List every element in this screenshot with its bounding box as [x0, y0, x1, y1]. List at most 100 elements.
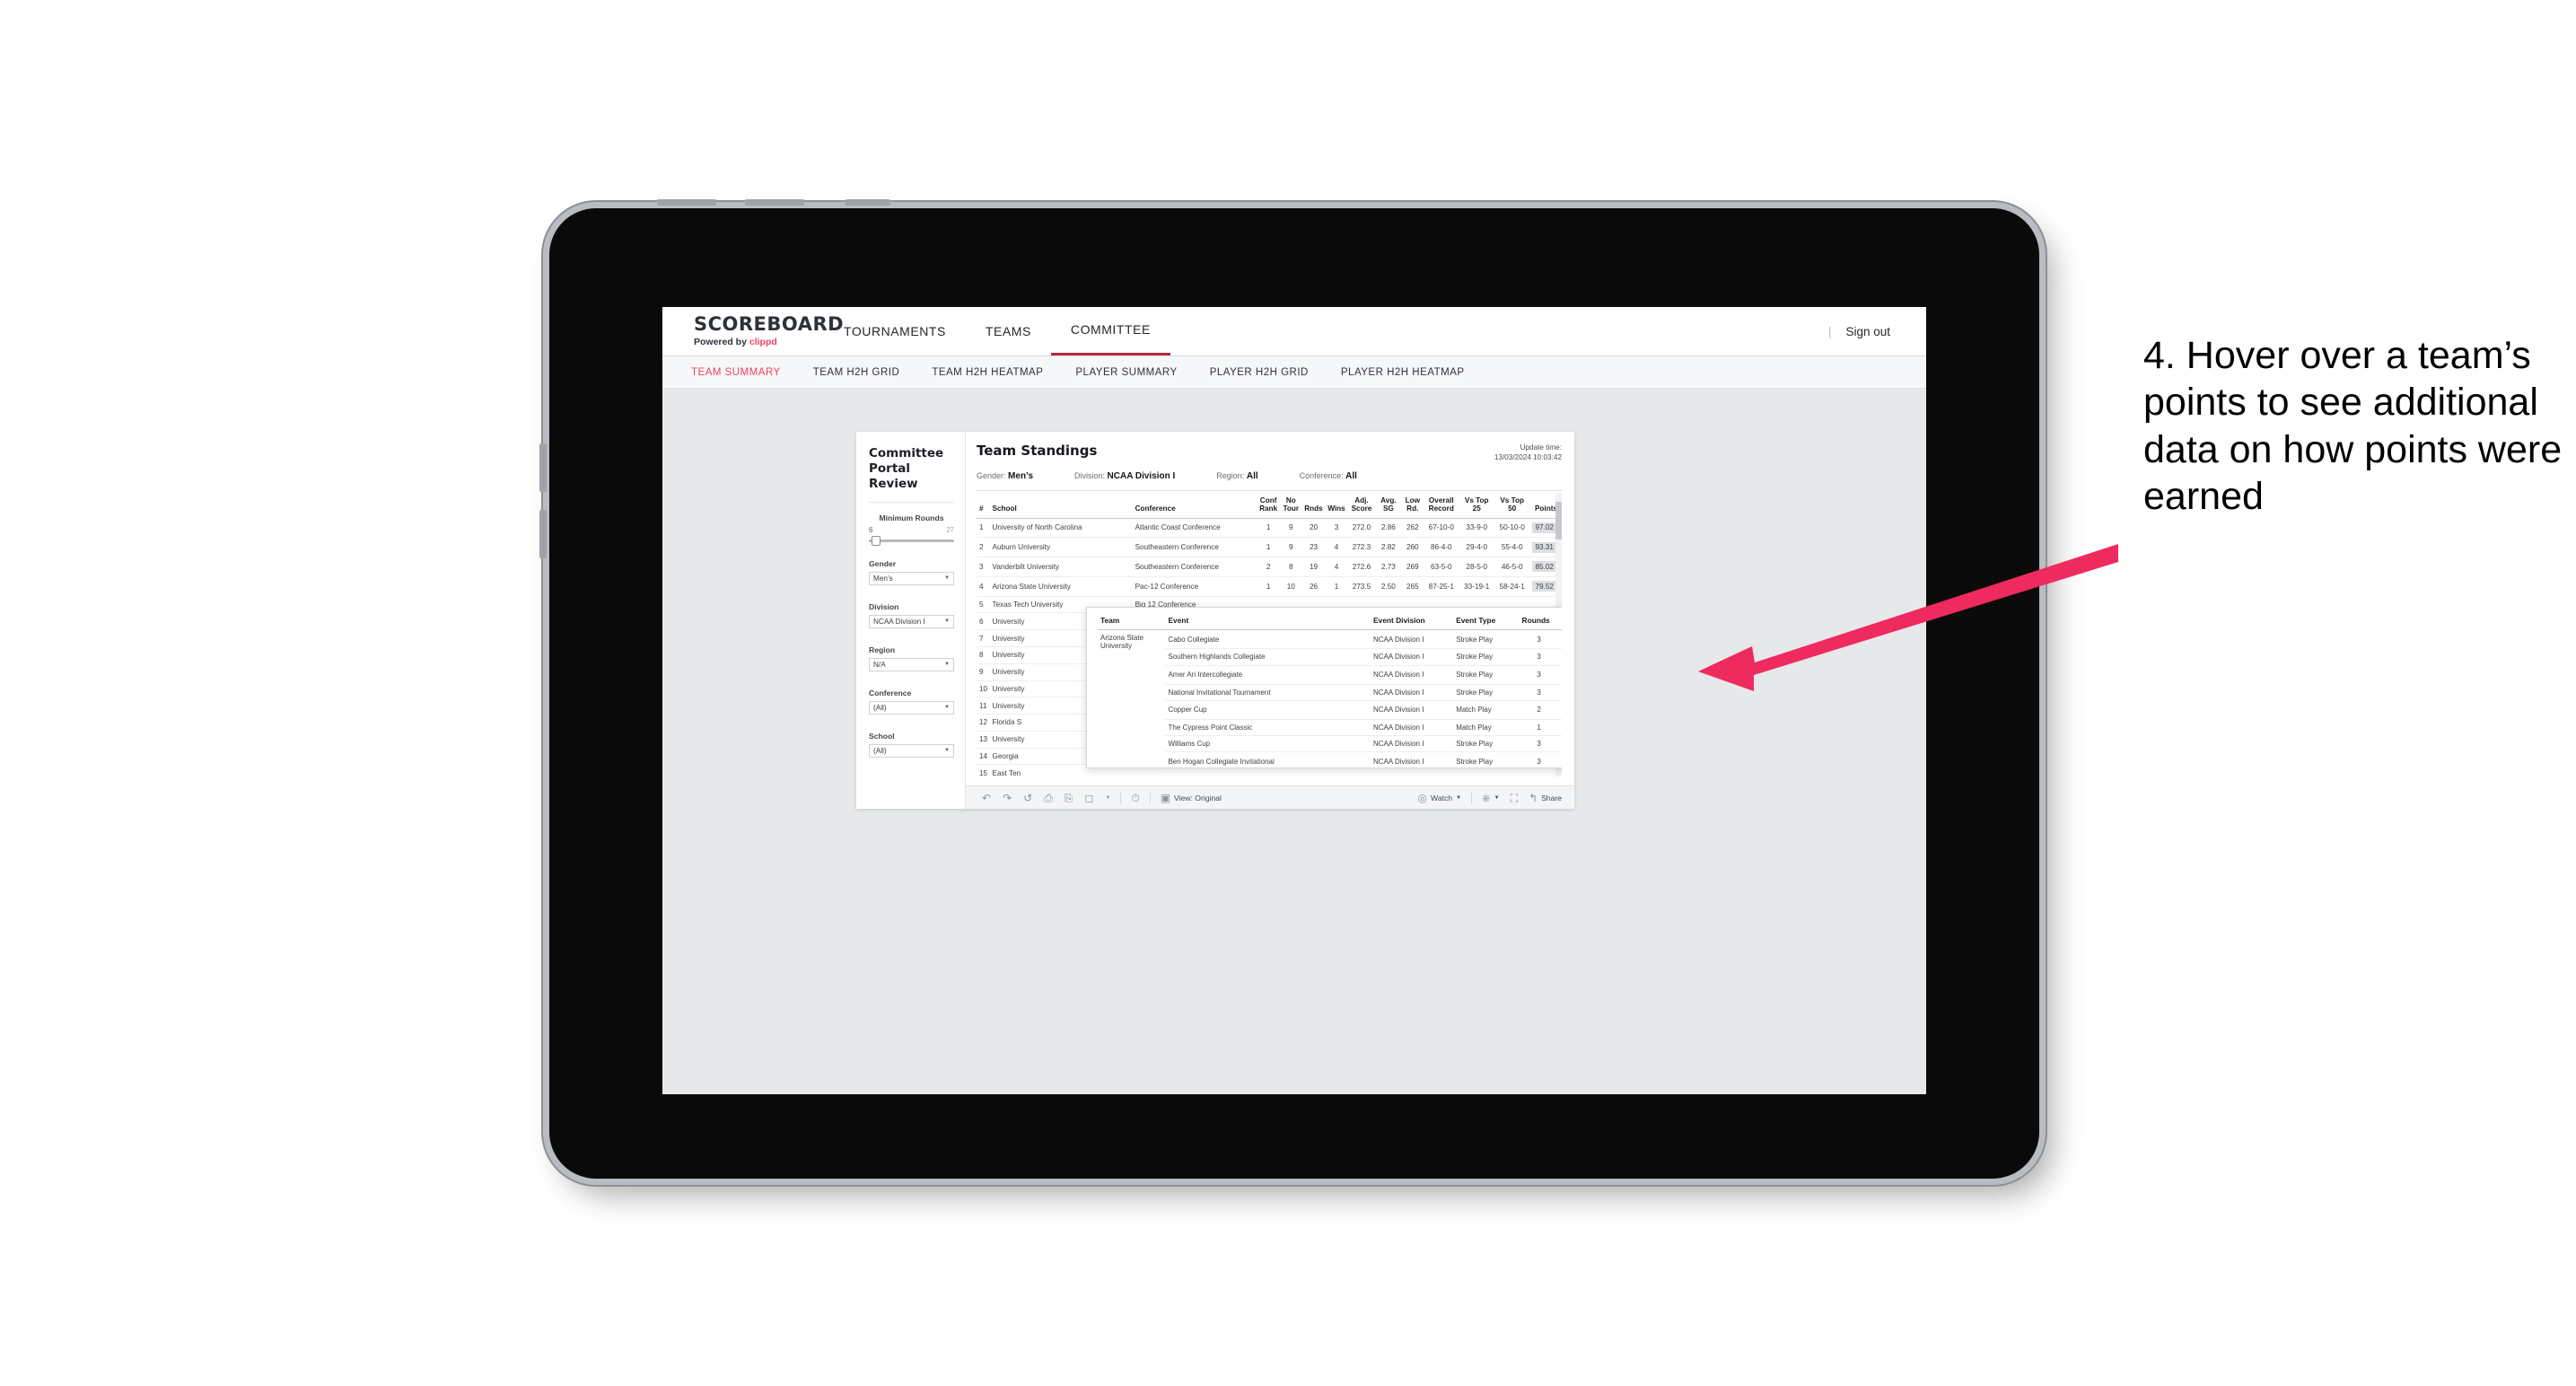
tooltip-cell-division: NCAA Division I — [1370, 751, 1454, 772]
context-gender-label: Gender: — [977, 471, 1006, 481]
tooltip-cell-type: Match Play — [1453, 719, 1520, 737]
update-time-label: Update time: — [1520, 443, 1562, 452]
power-button[interactable] — [846, 199, 890, 206]
filter-conference-label: Conference — [869, 688, 912, 697]
tooltip-cell-rounds: 3 — [1519, 665, 1559, 685]
tooltip-cell-type: Stroke Play — [1453, 629, 1520, 650]
cell-rank: 5 — [977, 596, 991, 614]
tab-team-h2h-grid[interactable]: TEAM H2H GRID — [813, 367, 900, 378]
tooltip-col-team: Team — [1098, 614, 1166, 631]
undo-icon[interactable]: ↶ — [982, 793, 991, 803]
points-value[interactable]: 93.31 — [1531, 541, 1557, 553]
tab-player-summary[interactable]: PLAYER SUMMARY — [1075, 367, 1177, 378]
tab-player-h2h-heatmap[interactable]: PLAYER H2H HEATMAP — [1341, 367, 1465, 378]
points-value[interactable]: 79.52 — [1531, 581, 1557, 592]
update-time: Update time: 13/03/2024 10:03:42 — [1494, 443, 1562, 462]
chevron-down-icon: ▼ — [944, 575, 950, 582]
nav-item-committee[interactable]: COMMITTEE — [1050, 307, 1170, 355]
conference-dropdown[interactable]: (All) ▼ — [869, 700, 954, 715]
tooltip-cell-event: The Cypress Point Classic — [1165, 719, 1371, 737]
tooltip-cell-event: Williams Cup — [1165, 735, 1371, 753]
table-row[interactable]: 1 University of North Carolina Atlantic Co… — [977, 518, 1562, 539]
share-label: Share — [1541, 793, 1562, 803]
col-rnds[interactable]: Rnds — [1301, 493, 1326, 519]
revert-icon[interactable]: ↺ — [1023, 793, 1032, 803]
points-value[interactable]: 85.02 — [1531, 561, 1557, 573]
side-button-upper[interactable] — [539, 443, 547, 492]
tooltip-cell-team: Arizona State University — [1098, 629, 1166, 777]
cell-rnds: 20 — [1301, 518, 1326, 539]
brand-tagline-accent: clippd — [749, 337, 777, 347]
gender-dropdown[interactable]: Men’s ▼ — [869, 571, 954, 585]
region-dropdown[interactable]: N/A ▼ — [869, 657, 954, 671]
cell-rank: 11 — [977, 697, 991, 715]
table-row[interactable]: 3 Vanderbilt University Southeastern Confe… — [977, 557, 1562, 577]
filter-conference: Conference (All) ▼ — [869, 689, 954, 715]
side-button-lower[interactable] — [539, 510, 547, 558]
chevron-down-icon: ▼ — [944, 705, 950, 711]
watch-button[interactable]: ◎ Watch ▼ — [1418, 793, 1461, 803]
filter-sidebar: Committee Portal Review Minimum Rounds 6… — [856, 432, 966, 809]
redo-icon[interactable]: ↷ — [1003, 793, 1012, 803]
tooltip-cell-type: Stroke Play — [1453, 751, 1520, 772]
cell-conf: Southeastern Conference — [1133, 537, 1257, 558]
tablet-screen: SCOREBOARD Powered by clippd TOURNAMENTS… — [662, 307, 1926, 1094]
col-school[interactable]: School — [990, 493, 1134, 519]
volume-up-button[interactable] — [657, 199, 716, 206]
col-low-rd[interactable]: Low Rd. — [1401, 493, 1424, 519]
volume-down-button[interactable] — [745, 199, 804, 206]
history-icon[interactable]: ⏱ — [1131, 793, 1139, 803]
tablet-device: SCOREBOARD Powered by clippd TOURNAMENTS… — [539, 199, 2039, 1179]
cell-rnds: 19 — [1301, 557, 1326, 577]
table-row[interactable]: 2 Auburn University Southeastern Conferenc… — [977, 537, 1562, 558]
cell-record: 63-5-0 — [1424, 557, 1459, 577]
col-avg-sg[interactable]: Avg. SG — [1375, 493, 1402, 519]
fullscreen-button[interactable]: ⛶ — [1511, 793, 1518, 803]
device-layout-icon[interactable]: ◻ — [1084, 793, 1093, 803]
table-row[interactable]: 4 Arizona State University Pac-12 Conferen… — [977, 576, 1562, 597]
col-conference[interactable]: Conference — [1133, 493, 1257, 519]
col-conf-rank[interactable]: Conf Rank — [1257, 493, 1280, 519]
division-dropdown[interactable]: NCAA Division I ▼ — [869, 614, 954, 628]
col-vs-top-25[interactable]: Vs Top 25 — [1459, 493, 1494, 519]
col-wins[interactable]: Wins — [1325, 493, 1348, 519]
view-original-button[interactable]: ▣ View: Original — [1161, 793, 1222, 803]
nav-item-teams[interactable]: TEAMS — [966, 309, 1051, 355]
cell-confrank: 2 — [1257, 557, 1280, 577]
tooltip-table: Team Event Event Division Event Type Rou… — [1098, 614, 1562, 777]
refresh-data-icon[interactable]: ⎙ — [1044, 793, 1053, 803]
pause-updates-icon[interactable]: ⎘ — [1065, 793, 1073, 803]
brand-logo[interactable]: SCOREBOARD Powered by clippd — [662, 315, 844, 348]
tab-team-summary[interactable]: TEAM SUMMARY — [691, 367, 781, 378]
cell-sg: 2.73 — [1375, 557, 1402, 577]
chevron-down-icon[interactable]: ▼ — [1105, 795, 1110, 801]
fullscreen-icon: ⛶ — [1510, 791, 1518, 804]
nav-item-tournaments[interactable]: TOURNAMENTS — [824, 309, 966, 355]
slider-handle[interactable] — [871, 535, 881, 546]
portal-title-line2: Portal Review — [869, 461, 918, 491]
tooltip-col-impact: Rank Impact — [1558, 614, 1562, 631]
share-button[interactable]: ↰ Share — [1529, 793, 1562, 803]
sign-out-link[interactable]: Sign out — [1845, 325, 1890, 338]
tooltip-cell-impact: + 0 — [1558, 684, 1562, 701]
scrollbar-thumb[interactable] — [1555, 502, 1562, 540]
school-dropdown[interactable]: (All) ▼ — [869, 743, 954, 758]
col-no-tour[interactable]: No Tour — [1279, 493, 1302, 519]
report-area: Team Standings Update time: 13/03/2024 1… — [966, 432, 1574, 809]
tooltip-row: Williams CupNCAA Division IStroke Play3+… — [1098, 735, 1562, 753]
download-button[interactable]: ⎈ ▼ — [1482, 793, 1500, 803]
points-value[interactable]: 97.02 — [1531, 522, 1557, 533]
col-adj-score[interactable]: Adj. Score — [1347, 493, 1376, 519]
col-overall-record[interactable]: Overall Record — [1424, 493, 1459, 519]
col-rank[interactable]: # — [977, 493, 991, 519]
tab-player-h2h-grid[interactable]: PLAYER H2H GRID — [1210, 367, 1309, 378]
share-icon: ↰ — [1529, 791, 1538, 804]
minimum-rounds-slider[interactable] — [869, 535, 954, 546]
brand-tagline: Powered by clippd — [694, 337, 824, 347]
cell-conf: Southeastern Conference — [1133, 557, 1257, 577]
tab-team-h2h-heatmap[interactable]: TEAM H2H HEATMAP — [932, 367, 1043, 378]
col-vs-top-50[interactable]: Vs Top 50 — [1494, 493, 1530, 519]
tooltip-cell-rounds: 3 — [1519, 751, 1559, 772]
cell-t25: 33-19-1 — [1459, 576, 1494, 597]
tooltip-cell-rounds: 2 — [1519, 771, 1559, 777]
